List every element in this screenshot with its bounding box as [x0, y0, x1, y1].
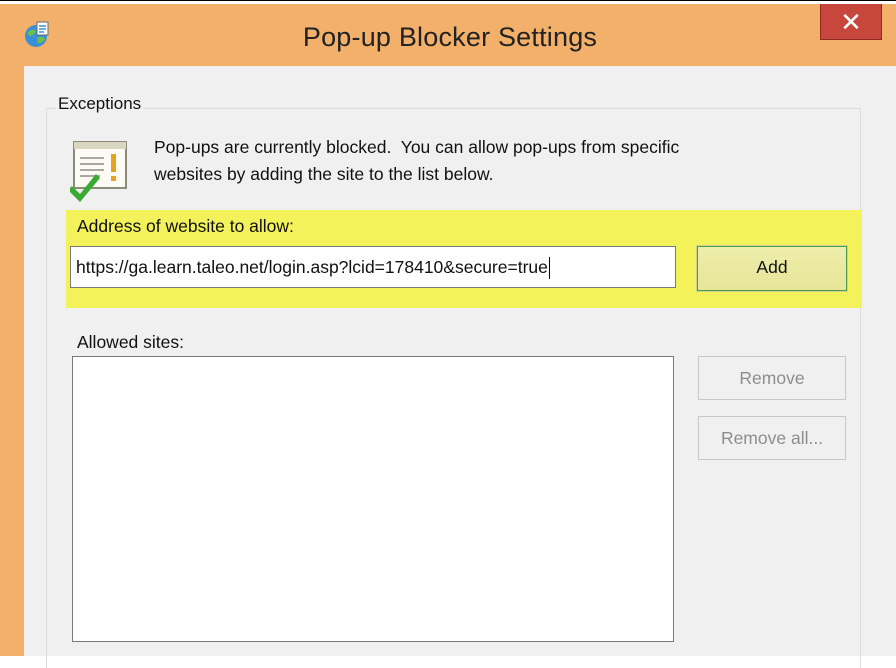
dialog-client-area: Exceptions Pop-ups are currently blocked…	[24, 66, 896, 668]
address-label: Address of website to allow:	[77, 216, 294, 236]
exceptions-group-label: Exceptions	[56, 94, 144, 114]
text-caret	[548, 257, 550, 280]
info-message: Pop-ups are currently blocked. You can a…	[154, 134, 834, 188]
close-button[interactable]: ✕	[820, 4, 882, 40]
ie-globe-icon	[22, 20, 52, 50]
address-input[interactable]: https://ga.learn.taleo.net/login.asp?lci…	[70, 246, 676, 288]
document-checkmark-icon	[68, 138, 130, 204]
remove-button[interactable]: Remove	[698, 356, 846, 400]
close-icon: ✕	[840, 7, 862, 37]
info-line-1: Pop-ups are currently blocked. You can a…	[154, 137, 680, 157]
address-input-value: https://ga.learn.taleo.net/login.asp?lci…	[76, 257, 548, 277]
dialog-window: Pop-up Blocker Settings ✕ Exceptions Pop…	[0, 4, 896, 668]
remove-all-button[interactable]: Remove all...	[698, 416, 846, 460]
title-bar[interactable]: Pop-up Blocker Settings ✕	[0, 4, 896, 66]
window-title: Pop-up Blocker Settings	[302, 22, 598, 52]
allowed-sites-list[interactable]	[72, 356, 674, 642]
add-button[interactable]: Add	[696, 245, 848, 292]
top-border-line	[0, 0, 896, 4]
allowed-sites-label: Allowed sites:	[77, 332, 184, 352]
info-line-2: websites by adding the site to the list …	[154, 164, 494, 184]
